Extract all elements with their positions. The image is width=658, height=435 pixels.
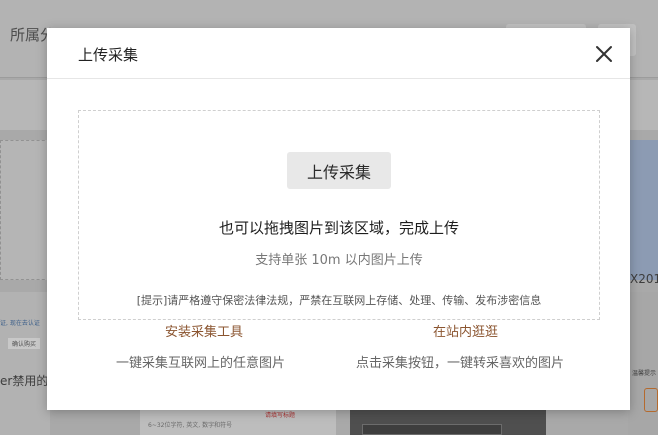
background-card-left <box>0 140 50 280</box>
legal-notice-text: [提示]请严格遵守保密法律法规，严禁在互联网上存储、处理、传输、发布涉密信息 <box>136 294 542 307</box>
background-form-hint: 6~32位字符, 英文, 数字和符号 <box>148 422 233 429</box>
background-mini-button: 确认购买 <box>8 338 41 349</box>
browse-site-link[interactable]: 在站内逛逛 <box>433 321 498 340</box>
background-year-text: X2018 <box>630 272 658 286</box>
browse-site-desc: 点击采集按钮，一键转采喜欢的图片 <box>356 356 565 371</box>
background-mini-link: 证, 现在去认证 <box>0 320 40 327</box>
background-lower-left <box>0 292 50 435</box>
modal-header: 上传采集 <box>47 28 630 79</box>
background-form-input <box>362 424 502 435</box>
background-form-error: 请填写标题 <box>265 412 296 419</box>
close-button[interactable] <box>591 41 617 67</box>
drag-hint-text: 也可以拖拽图片到该区域，完成上传 <box>218 219 459 237</box>
install-tool-link[interactable]: 安装采集工具 <box>165 321 243 340</box>
background-lower-right <box>628 292 658 435</box>
upload-modal: 上传采集 上传采集 也可以拖拽图片到该区域，完成上传 支持单张 10m 以内图片… <box>47 28 630 410</box>
background-hexagon-icon <box>644 388 658 412</box>
background-card-right <box>628 140 658 280</box>
upload-dropzone[interactable]: 上传采集 也可以拖拽图片到该区域，完成上传 支持单张 10m 以内图片上传 [提… <box>78 110 600 320</box>
install-tool-desc: 一键采集互联网上的任意图片 <box>116 356 286 371</box>
size-limit-text: 支持单张 10m 以内图片上传 <box>255 253 423 268</box>
background-tip-text: 温馨提示 <box>632 370 657 377</box>
upload-button[interactable]: 上传采集 <box>287 152 391 189</box>
background-ban-text: er禁用的 <box>0 374 49 388</box>
modal-title: 上传采集 <box>78 46 139 64</box>
close-icon <box>596 46 612 62</box>
